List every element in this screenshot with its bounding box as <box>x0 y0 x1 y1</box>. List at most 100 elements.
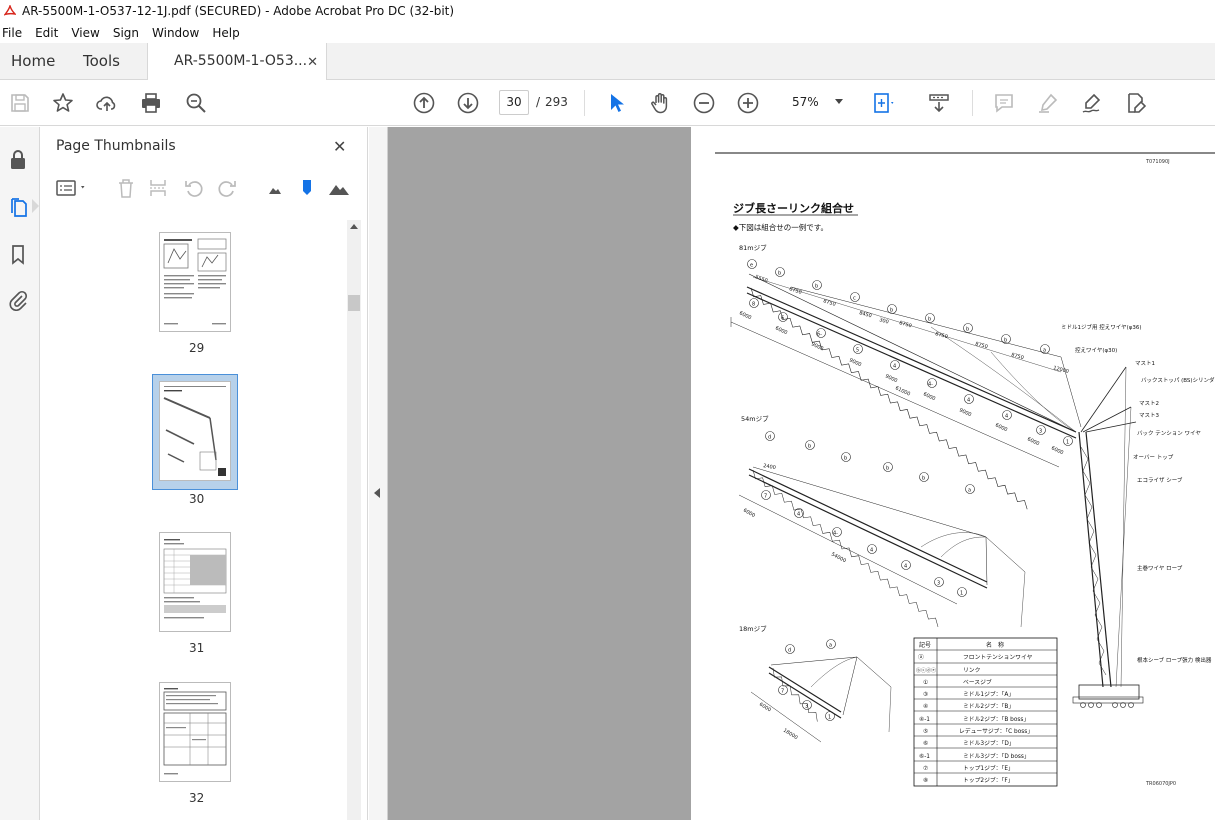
panel-title: Page Thumbnails <box>56 138 176 154</box>
thumbnail-toolbar <box>41 173 368 205</box>
svg-text:6000: 6000 <box>1026 436 1040 447</box>
svg-text:9000: 9000 <box>810 341 824 352</box>
svg-text:6000: 6000 <box>994 422 1008 433</box>
document-note: ◆下図は組合せの一例です。 <box>733 222 828 232</box>
thumbnail-page-31[interactable] <box>159 532 231 632</box>
scroll-up-arrow-icon[interactable] <box>350 224 358 229</box>
fit-page-icon[interactable] <box>871 91 895 115</box>
svg-text:8750: 8750 <box>788 286 802 296</box>
legend-name: トップ2ジブ：「F」 <box>963 776 1014 784</box>
svg-text:主巻ワイヤ ロープ: 主巻ワイヤ ロープ <box>1137 564 1183 572</box>
menu-help[interactable]: Help <box>212 26 246 40</box>
hand-tool-icon[interactable] <box>648 91 672 115</box>
thumbnail-page-32[interactable] <box>159 682 231 782</box>
tab-document[interactable]: AR-5500M-1-O53... ✕ <box>147 43 327 81</box>
svg-text:9000: 9000 <box>884 373 898 384</box>
legend-symbol: ⑤ <box>923 728 928 735</box>
zoom-out-icon[interactable] <box>692 91 716 115</box>
svg-text:54000: 54000 <box>830 551 847 564</box>
legend-symbol: ③ <box>923 691 928 698</box>
comment-icon[interactable] <box>992 91 1016 115</box>
jib-81m-dimensions: 5550 8750 8750 8450 300 8750 8750 8750 8… <box>738 274 1069 456</box>
svg-text:4-: 4- <box>928 382 933 388</box>
menu-bar: File Edit View Sign Window Help <box>0 22 1215 43</box>
delete-page-icon[interactable] <box>115 177 137 199</box>
toolbar-divider <box>584 90 585 116</box>
page-thumbnails-icon[interactable] <box>7 196 29 218</box>
thumbnail-page-30[interactable] <box>159 381 231 481</box>
zoom-level-select[interactable]: 57% <box>783 90 853 115</box>
close-panel-icon[interactable]: ✕ <box>333 137 346 156</box>
legend-name: ミドル3ジブ：「D boss」 <box>963 752 1030 760</box>
bookmark-icon[interactable] <box>7 243 29 265</box>
legend-header-name: 名 称 <box>986 641 1004 649</box>
menu-file[interactable]: File <box>2 26 29 40</box>
acrobat-app-icon <box>4 5 16 16</box>
zoom-in-icon[interactable] <box>736 91 760 115</box>
collapse-panel-arrow-icon[interactable] <box>374 488 380 498</box>
menu-window[interactable]: Window <box>152 26 206 40</box>
sign-pen-icon[interactable] <box>1080 91 1104 115</box>
svg-text:6-: 6- <box>817 332 822 338</box>
menu-edit[interactable]: Edit <box>35 26 65 40</box>
svg-text:4: 4 <box>904 564 907 570</box>
menu-view[interactable]: View <box>71 26 106 40</box>
highlight-pen-icon[interactable] <box>1036 91 1060 115</box>
bookmark-star-icon[interactable] <box>51 91 75 115</box>
menu-sign[interactable]: Sign <box>113 26 146 40</box>
document-heading: ジブ長さーリンク組合せ <box>733 201 854 215</box>
tab-tools[interactable]: Tools <box>83 43 120 80</box>
thumbnail-size-slider-icon[interactable] <box>296 177 318 199</box>
page-number-input[interactable]: 30 <box>499 90 529 115</box>
document-viewer[interactable]: T071090J ジブ長さーリンク組合せ ◆下図は組合せの一例です。 81mジブ <box>388 127 1215 820</box>
main-toolbar: 30 / 293 57% <box>0 80 1215 126</box>
section-label-54m: 54mジブ <box>741 414 769 423</box>
page-preview <box>163 688 227 775</box>
page-preview <box>163 386 226 476</box>
page-preview <box>163 238 227 325</box>
cloud-upload-icon[interactable] <box>95 91 119 115</box>
section-label-18m: 18mジブ <box>739 624 767 633</box>
insert-page-icon[interactable] <box>147 177 169 199</box>
svg-text:2400: 2400 <box>763 463 777 471</box>
tab-home[interactable]: Home <box>11 43 55 80</box>
thumbnail-smaller-icon[interactable] <box>264 177 286 199</box>
legend-name: ミドル2ジブ：「B boss」 <box>963 715 1029 723</box>
scroll-mode-icon[interactable] <box>927 91 951 115</box>
svg-text:5550: 5550 <box>754 274 768 284</box>
rotate-right-icon[interactable] <box>216 177 238 199</box>
legend-symbol: ① <box>923 679 928 686</box>
zoom-search-icon[interactable] <box>184 91 208 115</box>
legend-symbol: ⑥-1 <box>919 753 930 760</box>
next-page-icon[interactable] <box>456 91 480 115</box>
thumbnail-options-icon[interactable] <box>55 177 91 199</box>
svg-text:7: 7 <box>781 689 784 695</box>
fill-sign-icon[interactable] <box>1124 91 1148 115</box>
legend-table: 記号 名 称 ⓐ フロントテンションワイヤ ⓑⓒⓓⓔ リンク ① ベースジブ ③… <box>913 637 1058 787</box>
lock-icon[interactable] <box>7 149 29 171</box>
panel-collapse-strip[interactable] <box>369 127 388 820</box>
attachment-paperclip-icon[interactable] <box>7 289 29 311</box>
svg-text:8750: 8750 <box>934 331 948 340</box>
scrollbar-thumb[interactable] <box>348 295 360 311</box>
select-cursor-icon[interactable] <box>604 91 628 115</box>
legend-header-symbol: 記号 <box>919 641 931 649</box>
svg-text:ミドル1ジブ用 控えワイヤ(φ36): ミドル1ジブ用 控えワイヤ(φ36) <box>1061 323 1142 331</box>
svg-text:12000: 12000 <box>1052 365 1069 375</box>
svg-text:6000: 6000 <box>738 310 752 321</box>
legend-symbol: ⑦ <box>923 765 928 772</box>
page-thumbnails-panel: Page Thumbnails ✕ 29 30 31 32 <box>41 127 368 820</box>
svg-text:控えワイヤ(φ30): 控えワイヤ(φ30) <box>1075 346 1117 354</box>
save-icon[interactable] <box>8 91 32 115</box>
svg-text:b: b <box>886 466 889 472</box>
thumbnail-page-29[interactable] <box>159 232 231 332</box>
rotate-left-icon[interactable] <box>183 177 205 199</box>
thumbnail-scrollbar[interactable] <box>347 220 361 820</box>
previous-page-icon[interactable] <box>412 91 436 115</box>
thumbnail-larger-icon[interactable] <box>328 177 350 199</box>
close-tab-icon[interactable]: ✕ <box>307 55 318 70</box>
svg-text:根本シーブ ロープ張力 検出器: 根本シーブ ロープ張力 検出器 <box>1137 656 1212 664</box>
print-icon[interactable] <box>139 91 163 115</box>
svg-text:4-: 4- <box>833 531 838 537</box>
legend-symbol: ④-1 <box>919 716 930 723</box>
